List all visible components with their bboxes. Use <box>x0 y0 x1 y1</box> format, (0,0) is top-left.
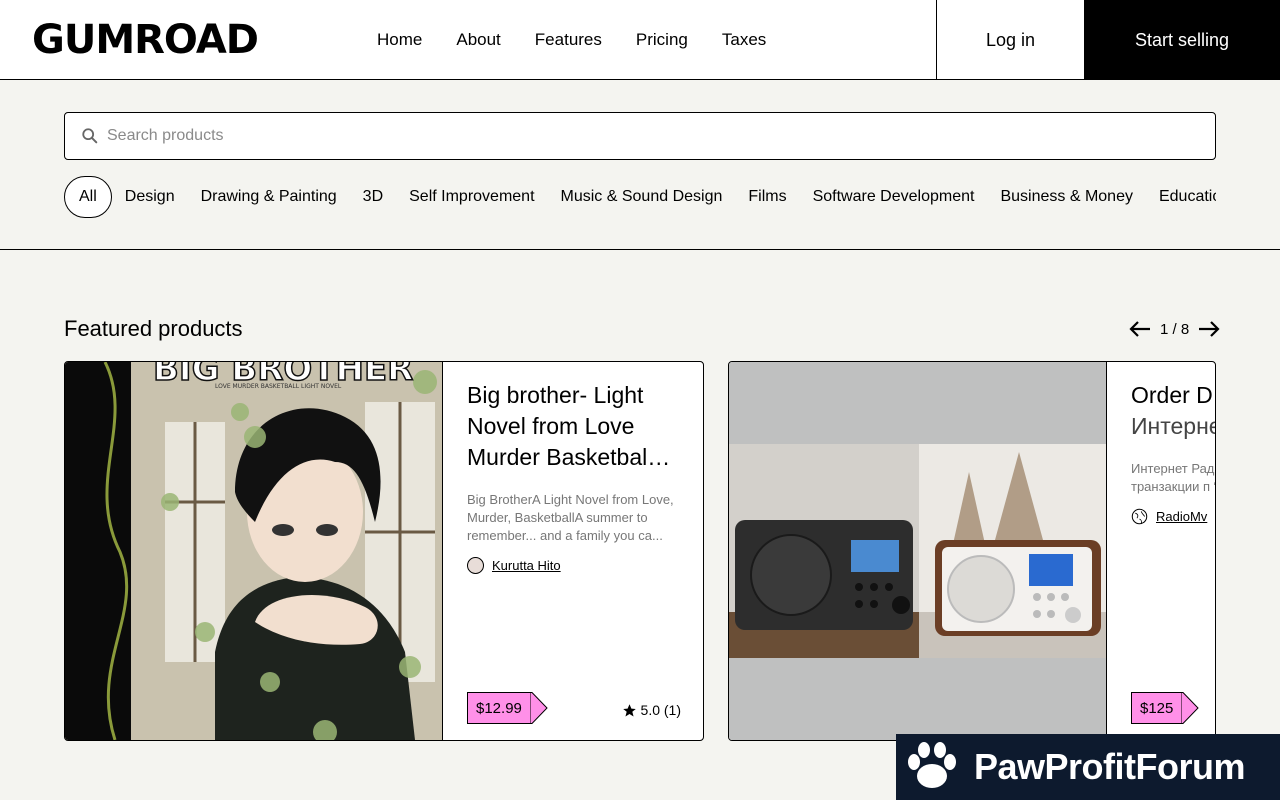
category-all[interactable]: All <box>64 176 112 218</box>
cover-subtitle-text: LOVE MURDER BASKETBALL LIGHT NOVEL <box>215 383 342 390</box>
creator-name: RadioMv <box>1156 509 1208 524</box>
category-drawing-painting[interactable]: Drawing & Painting <box>188 176 350 218</box>
price-tag-point-icon <box>1181 692 1200 724</box>
search-section: All Design Drawing & Painting 3D Self Im… <box>0 80 1280 250</box>
price-tag: $12.99 <box>467 692 548 724</box>
category-education[interactable]: Education <box>1146 176 1216 218</box>
avatar <box>467 557 484 574</box>
product-thumbnail[interactable]: BIG BROTHER LOVE MURDER BASKETBALL LIGHT… <box>65 362 443 740</box>
price-tag-point-icon <box>529 692 548 724</box>
forum-watermark: PawProfitForum <box>896 734 1280 800</box>
gumroad-logo[interactable]: GUMROAD <box>32 18 259 62</box>
nav-home[interactable]: Home <box>360 30 439 50</box>
main-nav: Home About Features Pricing Taxes <box>360 0 783 80</box>
nav-features[interactable]: Features <box>518 30 619 50</box>
product-info: Big brother- Light Novel from Love Murde… <box>467 380 685 574</box>
price-tag: $125 <box>1131 692 1200 724</box>
search-bar[interactable] <box>64 112 1216 160</box>
search-icon <box>82 128 98 144</box>
product-card[interactable]: Order D WR-336 Интерне Интернет Рад Radi… <box>728 361 1216 741</box>
product-rating: 5.0 (1) <box>622 702 681 718</box>
globe-icon <box>1131 508 1148 525</box>
radio-product-photo <box>729 362 1106 740</box>
product-info: Order D WR-336 Интерне Интернет Рад Radi… <box>1131 380 1216 525</box>
book-cover-illustration: BIG BROTHER LOVE MURDER BASKETBALL LIGHT… <box>65 362 442 740</box>
featured-pager: 1 / 8 <box>1128 318 1221 340</box>
price-value: $12.99 <box>467 692 530 724</box>
product-card[interactable]: BIG BROTHER LOVE MURDER BASKETBALL LIGHT… <box>64 361 704 741</box>
price-value: $125 <box>1131 692 1182 724</box>
product-thumbnail[interactable] <box>729 362 1107 740</box>
creator-name: Kurutta Hito <box>492 558 561 573</box>
product-title[interactable]: Order D WR-336 <box>1131 380 1215 411</box>
search-input[interactable] <box>107 127 1107 145</box>
category-software-development[interactable]: Software Development <box>800 176 988 218</box>
pager-count: 1 / 8 <box>1160 320 1190 338</box>
category-self-improvement[interactable]: Self Improvement <box>396 176 547 218</box>
nav-pricing[interactable]: Pricing <box>619 30 705 50</box>
arrow-left-icon[interactable] <box>1128 318 1152 340</box>
product-subtitle: Интерне <box>1131 413 1216 439</box>
category-3d[interactable]: 3D <box>350 176 396 218</box>
creator-link[interactable]: RadioMv <box>1131 508 1215 525</box>
creator-link[interactable]: Kurutta Hito <box>467 557 685 574</box>
paw-icon <box>908 742 956 788</box>
category-music-sound-design[interactable]: Music & Sound Design <box>548 176 736 218</box>
arrow-right-icon[interactable] <box>1197 318 1221 340</box>
product-title[interactable]: Big brother- Light Novel from Love Murde… <box>467 380 685 473</box>
login-button[interactable]: Log in <box>936 0 1084 80</box>
product-description: Интернет Рад RadioMvПрим транзакции п “G… <box>1131 461 1215 494</box>
rating-value: 5.0 (1) <box>640 702 681 718</box>
nav-about[interactable]: About <box>439 30 517 50</box>
category-design[interactable]: Design <box>112 176 188 218</box>
category-films[interactable]: Films <box>735 176 799 218</box>
category-bar: All Design Drawing & Painting 3D Self Im… <box>64 176 1216 218</box>
star-icon <box>622 703 636 716</box>
featured-title: Featured products <box>64 316 243 341</box>
site-header: GUMROAD Home About Features Pricing Taxe… <box>0 0 1280 80</box>
category-business-money[interactable]: Business & Money <box>987 176 1146 218</box>
start-selling-button[interactable]: Start selling <box>1084 0 1280 80</box>
nav-taxes[interactable]: Taxes <box>705 30 783 50</box>
watermark-text: PawProfitForum <box>974 746 1246 787</box>
product-description: Big BrotherA Light Novel from Love, Murd… <box>467 492 674 543</box>
